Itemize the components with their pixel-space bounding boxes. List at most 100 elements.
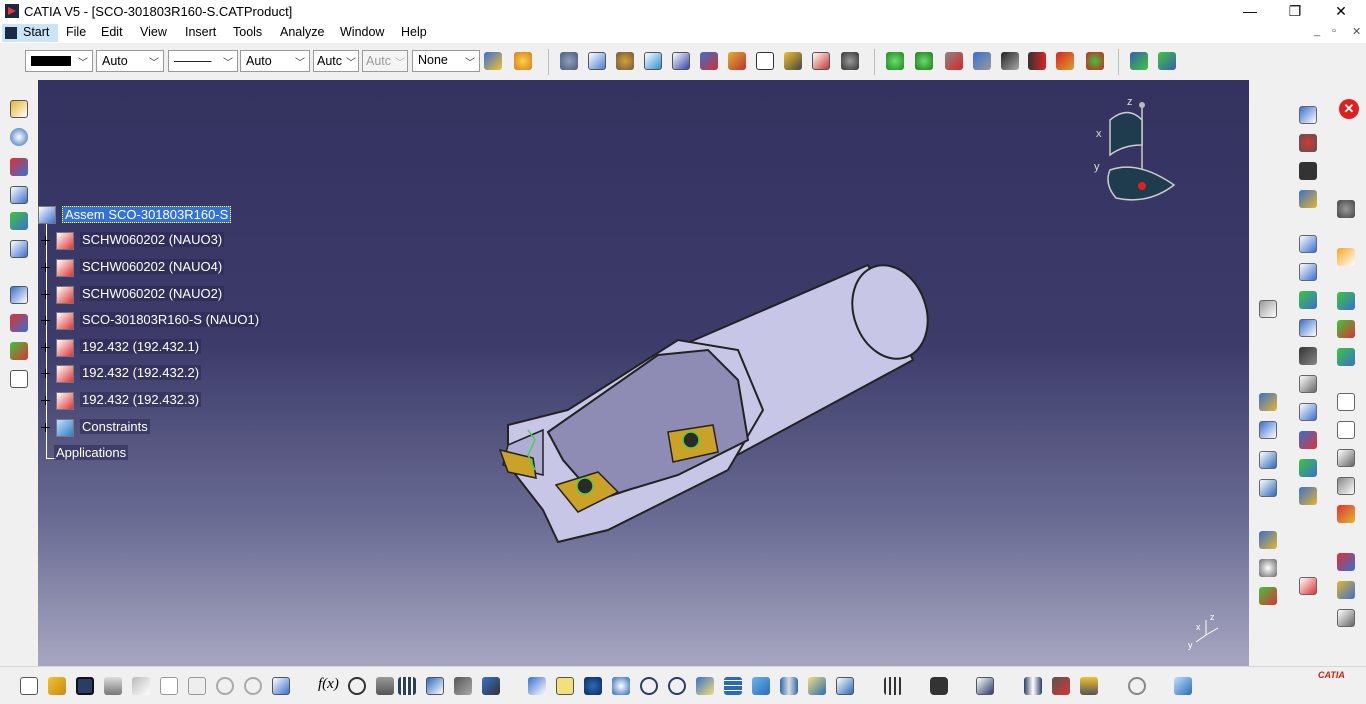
open-folder-icon[interactable] <box>48 677 66 695</box>
expand-icon[interactable] <box>41 396 50 405</box>
save-icon[interactable] <box>76 677 94 695</box>
clash-analysis-icon[interactable] <box>1299 431 1317 449</box>
assembly-features-icon[interactable] <box>1299 190 1317 208</box>
menu-start[interactable]: Start <box>2 24 58 42</box>
rotate-icon[interactable] <box>1299 106 1317 124</box>
texture-icon[interactable] <box>1259 587 1277 605</box>
copy-icon[interactable] <box>160 677 178 695</box>
smart-move-icon[interactable] <box>1001 52 1019 70</box>
menu-window[interactable]: Window <box>340 25 384 39</box>
sweep-icon[interactable] <box>1299 459 1317 477</box>
painter-icon[interactable] <box>484 52 502 70</box>
whats-this-icon[interactable] <box>272 677 290 695</box>
compass-widget[interactable]: z x y <box>1094 96 1176 201</box>
plane-icon[interactable] <box>1337 505 1355 523</box>
menu-insert[interactable]: Insert <box>185 25 216 39</box>
mdi-close-button[interactable]: ✕ <box>1352 25 1361 38</box>
list-icon[interactable] <box>482 677 500 695</box>
structure-icon[interactable] <box>1259 479 1277 497</box>
table-icon[interactable] <box>398 677 416 695</box>
update-icon[interactable] <box>1086 52 1104 70</box>
select-arrow-icon[interactable] <box>1337 248 1355 266</box>
manage-representations-icon[interactable] <box>784 52 802 70</box>
grid-icon[interactable] <box>1299 577 1317 595</box>
graphic-properties-icon[interactable] <box>514 52 532 70</box>
product-icon[interactable] <box>616 52 634 70</box>
catia-app-icon[interactable] <box>5 4 19 18</box>
compute-clash-icon[interactable] <box>1299 487 1317 505</box>
menu-help[interactable]: Help <box>401 25 427 39</box>
eraser-icon[interactable] <box>1174 677 1192 695</box>
offset-constraint-icon[interactable] <box>1056 52 1074 70</box>
expand-icon[interactable] <box>41 423 50 432</box>
redo-icon[interactable] <box>244 677 262 695</box>
expand-icon[interactable] <box>41 316 50 325</box>
measure-item-icon[interactable] <box>1052 677 1070 695</box>
knowledge-icon[interactable] <box>1337 581 1355 599</box>
mdi-minimize-button[interactable]: _ <box>1314 25 1320 37</box>
symmetry-icon[interactable] <box>1299 347 1317 365</box>
dimension-icon[interactable] <box>1337 393 1355 411</box>
cut-icon[interactable] <box>132 677 150 695</box>
measure-inertia-icon[interactable] <box>1080 677 1098 695</box>
close-button[interactable]: ✕ <box>1318 0 1364 23</box>
fix-icon[interactable] <box>1299 162 1317 180</box>
hide-show-icon[interactable] <box>808 677 826 695</box>
axis-system-icon[interactable] <box>10 286 28 304</box>
shading-icon[interactable] <box>780 677 798 695</box>
layer-combo[interactable]: None ﹀ <box>412 50 480 72</box>
annotation-icon[interactable] <box>10 342 28 360</box>
gear-icon[interactable] <box>560 52 578 70</box>
multi-instantiation-icon[interactable] <box>812 52 830 70</box>
hole-icon[interactable] <box>1337 292 1355 310</box>
expand-icon[interactable] <box>41 290 50 299</box>
text-annotation-icon[interactable] <box>1337 421 1355 439</box>
maximize-button[interactable]: ❐ <box>1272 0 1318 23</box>
menu-analyze[interactable]: Analyze <box>280 25 324 39</box>
isometric-view-icon[interactable] <box>752 677 770 695</box>
formula-icon[interactable]: f(x) <box>318 676 339 693</box>
measure-between-icon[interactable] <box>1024 677 1042 695</box>
document-icon[interactable] <box>10 370 28 388</box>
multi-view-icon[interactable] <box>724 677 742 695</box>
graph-tree-reordering-icon[interactable] <box>700 52 718 70</box>
expand-icon[interactable] <box>41 263 50 272</box>
add-icon[interactable] <box>1337 320 1355 338</box>
menu-view[interactable]: View <box>140 25 167 39</box>
zoom-in-icon[interactable] <box>640 677 658 695</box>
table-icon[interactable] <box>1337 609 1355 627</box>
tool-body[interactable] <box>502 338 765 544</box>
zoom-out-icon[interactable] <box>668 677 686 695</box>
product-structure-icon[interactable] <box>10 100 28 118</box>
layer-auto-combo[interactable]: Autc ﹀ <box>362 50 408 72</box>
split-icon[interactable] <box>1299 291 1317 309</box>
generate-numbering-icon[interactable] <box>728 52 746 70</box>
gear-icon[interactable] <box>1337 200 1355 218</box>
bounding-box-icon[interactable] <box>1299 263 1317 281</box>
comment-icon[interactable] <box>348 677 366 695</box>
sort-icon[interactable] <box>10 240 28 258</box>
render-icon[interactable] <box>1259 531 1277 549</box>
normal-view-icon[interactable] <box>696 677 714 695</box>
stop-manipulate-icon[interactable] <box>973 52 991 70</box>
new-part-icon[interactable] <box>644 52 662 70</box>
paperclip-icon[interactable] <box>1299 375 1317 393</box>
pan-icon[interactable] <box>584 677 602 695</box>
catalog-icon[interactable] <box>10 128 28 146</box>
paste-icon[interactable] <box>188 677 206 695</box>
graph-icon[interactable] <box>1337 553 1355 571</box>
expand-icon[interactable] <box>41 343 50 352</box>
transparency-combo[interactable]: Auto ﹀ <box>96 50 164 72</box>
3d-viewport[interactable]: z x y z x y <box>38 80 1249 666</box>
exit-icon[interactable]: ✕ <box>1339 99 1359 119</box>
refresh-icon[interactable] <box>1128 677 1146 695</box>
remove-feature-icon[interactable] <box>1337 348 1355 366</box>
camera-icon[interactable] <box>930 677 948 695</box>
fly-icon[interactable] <box>528 677 546 695</box>
existing-component-icon[interactable] <box>588 52 606 70</box>
mdi-restore-button[interactable]: ▫ <box>1332 25 1336 37</box>
bill-of-material-icon[interactable] <box>10 158 28 176</box>
selective-load-icon[interactable] <box>756 52 774 70</box>
tree-view-icon[interactable] <box>1259 451 1277 469</box>
space-analysis-icon[interactable] <box>1130 52 1148 70</box>
